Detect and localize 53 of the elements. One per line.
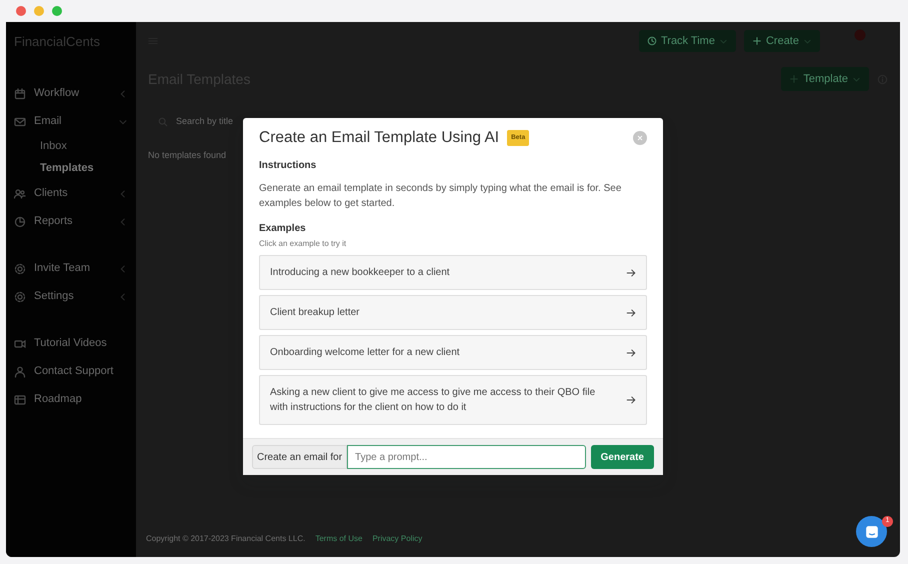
window-control-dot[interactable] (34, 6, 44, 16)
sidebar-item[interactable]: Reports (14, 208, 128, 236)
prompt-input[interactable]: Type a prompt... (347, 445, 586, 469)
clock-icon (646, 36, 657, 46)
sidebar-item[interactable]: Roadmap (14, 386, 128, 414)
close-button[interactable] (633, 131, 647, 145)
modal-title: Create an Email Template Using AI (259, 128, 500, 148)
instructions-text: Generate an email template in seconds by simply typing what the email is for. See examples below to get started. (259, 182, 622, 211)
chat-icon (864, 524, 878, 538)
example-prompt[interactable]: Onboarding welcome letter for a new client (259, 335, 647, 370)
window-control-dot[interactable] (16, 6, 26, 16)
envelope-icon (14, 116, 26, 128)
sidebar-item[interactable]: Settings (14, 282, 128, 310)
pie-chart-icon (14, 216, 26, 228)
people-icon (14, 188, 26, 200)
example-prompt[interactable]: Client breakup letter (259, 295, 647, 330)
sidebar-item[interactable]: Clients (14, 180, 128, 208)
sidebar-item[interactable]: Tutorial Videos (14, 330, 128, 358)
example-prompt[interactable]: Asking a new client to give me access to give me access to their QBO file with instructions for the client on how to do it (259, 375, 647, 425)
arrow-right-icon (626, 308, 636, 318)
arrow-right-icon (626, 348, 636, 358)
video-camera-icon (14, 338, 26, 350)
plus-icon (752, 36, 762, 46)
add-template-button[interactable]: Template (781, 67, 869, 91)
empty-message: No templates found (148, 148, 226, 162)
example-prompt[interactable]: Introducing a new bookkeeper to a client (259, 255, 647, 290)
person-icon (14, 366, 26, 378)
footer-link[interactable]: Terms of Use (315, 533, 362, 545)
input-prefix-label: Create an email for (252, 445, 348, 469)
sidebar-item[interactable]: Contact Support (14, 358, 128, 386)
section-heading: Instructions (259, 159, 318, 173)
copyright-text: Copyright © 2017-2023 Financial Cents LLC. (146, 533, 306, 545)
toolbar-button[interactable]: Create (744, 30, 820, 52)
gear-icon (14, 262, 26, 274)
sidebar-subitem[interactable]: Templates (14, 158, 128, 180)
generate-button[interactable]: Generate (590, 445, 654, 469)
gear-icon (14, 290, 26, 302)
grid-icon (14, 394, 26, 406)
sidebar-item[interactable]: Workflow (14, 80, 128, 108)
close-icon (635, 133, 645, 143)
calendar-icon (14, 88, 26, 100)
arrow-right-icon (626, 268, 636, 278)
arrow-right-icon (626, 395, 636, 405)
sidebar-subitem[interactable]: Inbox (14, 136, 128, 158)
plus-icon (789, 74, 800, 84)
search-field[interactable]: Search by title (158, 115, 888, 128)
section-heading: Examples (259, 222, 307, 236)
toolbar-button[interactable]: Track Time (638, 30, 736, 52)
sidebar-item[interactable]: Email (14, 108, 128, 136)
window-control-dot[interactable] (52, 6, 62, 16)
sidebar-item[interactable]: Invite Team (14, 254, 128, 282)
footer-link[interactable]: Privacy Policy (372, 533, 422, 545)
hint-text: Click an example to try it (259, 238, 348, 250)
